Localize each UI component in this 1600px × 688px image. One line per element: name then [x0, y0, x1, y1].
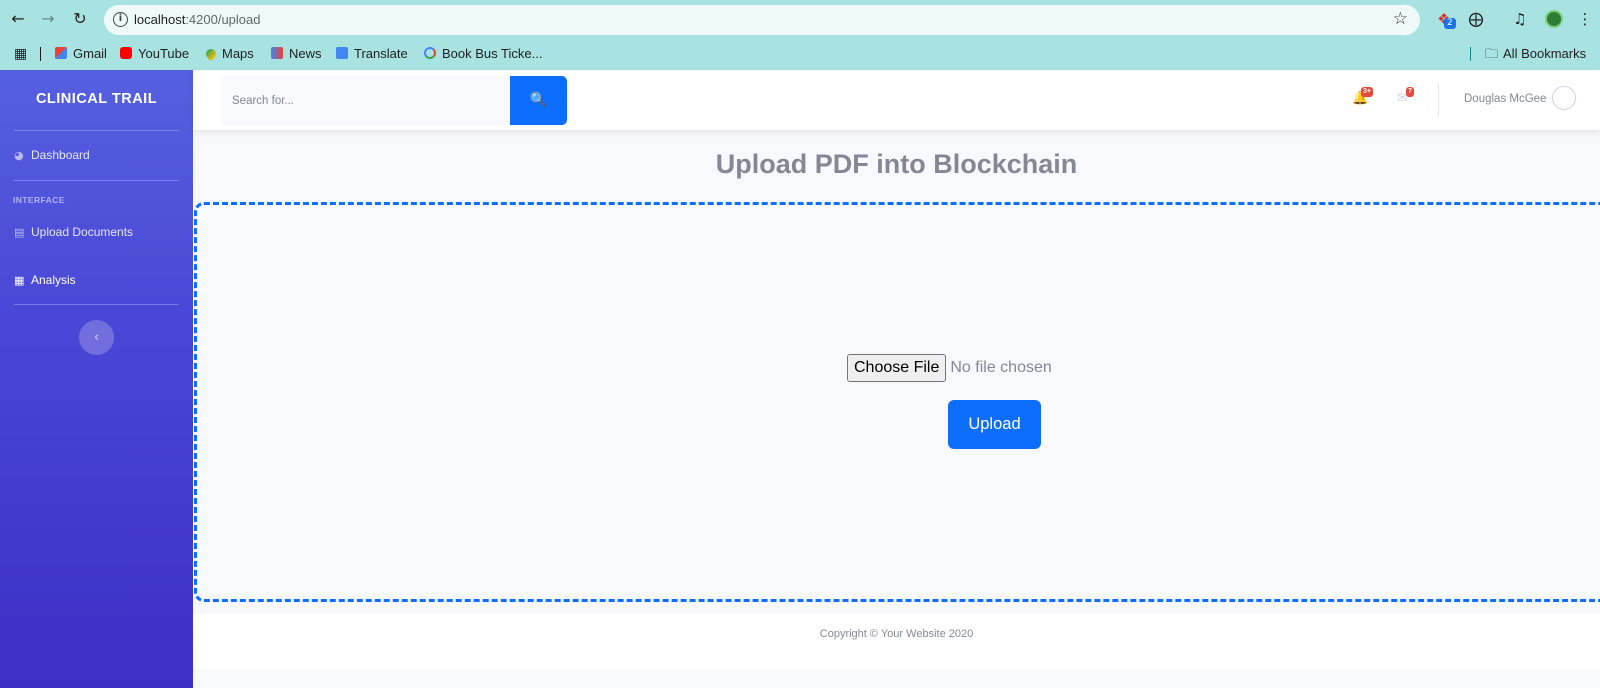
- news-icon: [271, 47, 283, 59]
- search-form: 🔍: [221, 76, 567, 125]
- site-info-icon[interactable]: i: [113, 12, 128, 27]
- gmail-icon: [55, 47, 67, 59]
- copyright-text: Copyright © Your Website 2020: [819, 628, 974, 640]
- brand-title[interactable]: CLINICAL TRAIL: [0, 91, 193, 107]
- browser-chrome: ← → ↻ i localhost:4200/upload ☆ ❖2 ⨁ ♫ ⋮…: [0, 0, 1600, 70]
- profile-avatar-icon[interactable]: [1545, 10, 1563, 28]
- sidebar-item-dashboard[interactable]: ◕ Dashboard: [14, 145, 90, 165]
- sidebar-heading: INTERFACE: [13, 195, 65, 205]
- bookmark-youtube[interactable]: YouTube: [120, 43, 189, 65]
- file-status: No file chosen: [950, 359, 1052, 376]
- sidebar-divider: [14, 180, 179, 181]
- bookmark-gmail[interactable]: Gmail: [55, 43, 107, 65]
- all-bookmarks-button[interactable]: 🗀 All Bookmarks: [1485, 43, 1586, 65]
- choose-file-button[interactable]: Choose File: [847, 354, 947, 382]
- bookmarks-bar: ▦ Gmail YouTube Maps News Translate Book…: [0, 40, 1600, 68]
- messages-button[interactable]: ✉ 7: [1397, 87, 1414, 106]
- sidebar-item-analysis[interactable]: ▦ Analysis: [14, 270, 76, 290]
- upload-dropzone[interactable]: [194, 202, 1600, 602]
- forward-icon[interactable]: →: [38, 9, 58, 29]
- bookmarks-separator-right: [1470, 47, 1471, 61]
- messages-badge: 7: [1406, 87, 1414, 97]
- browser-menu-icon[interactable]: ⋮: [1575, 9, 1595, 29]
- google-icon: [424, 47, 436, 59]
- search-button[interactable]: 🔍: [510, 76, 567, 125]
- translate-icon: [336, 47, 348, 59]
- youtube-icon: [120, 47, 132, 59]
- media-control-icon[interactable]: ♫: [1510, 9, 1530, 29]
- bookmark-news[interactable]: News: [271, 43, 322, 65]
- bookmark-book-bus[interactable]: Book Bus Ticke...: [424, 43, 542, 65]
- bookmarks-separator: [40, 47, 41, 61]
- extensions-puzzle-icon[interactable]: ⨁: [1466, 9, 1486, 29]
- extension-icon[interactable]: ❖2: [1434, 9, 1456, 29]
- address-url[interactable]: localhost:4200/upload: [134, 12, 261, 27]
- topbar: 🔍 🔔 3+ ✉ 7 Douglas McGee: [193, 70, 1600, 130]
- back-icon[interactable]: ←: [8, 9, 28, 29]
- user-name[interactable]: Douglas McGee: [1464, 93, 1546, 105]
- footer: Copyright © Your Website 2020: [193, 614, 1600, 669]
- address-bar[interactable]: i localhost:4200/upload ☆: [104, 5, 1420, 35]
- sidebar-divider: [14, 304, 179, 305]
- chart-area-icon: ▤: [14, 226, 25, 239]
- tachometer-icon: ◕: [14, 149, 24, 162]
- sidebar-divider: [14, 130, 179, 131]
- search-icon: 🔍: [529, 92, 548, 108]
- browser-toolbar: ← → ↻ i localhost:4200/upload ☆ ❖2 ⨁ ♫ ⋮: [0, 0, 1600, 38]
- upload-button[interactable]: Upload: [948, 400, 1041, 449]
- maps-icon: [203, 46, 219, 62]
- apps-grid-icon[interactable]: ▦: [14, 43, 27, 65]
- bookmark-maps[interactable]: Maps: [203, 43, 254, 65]
- search-input[interactable]: [221, 76, 510, 125]
- chevron-left-icon: ‹: [93, 330, 100, 345]
- table-icon: ▦: [14, 274, 25, 287]
- bookmark-translate[interactable]: Translate: [336, 43, 408, 65]
- user-avatar[interactable]: [1552, 86, 1576, 110]
- sidebar-item-upload-documents[interactable]: ▤ Upload Documents: [14, 222, 133, 242]
- bookmark-star-icon[interactable]: ☆: [1393, 9, 1408, 29]
- topbar-divider: [1438, 83, 1439, 117]
- alerts-badge: 3+: [1361, 87, 1373, 97]
- page-title: Upload PDF into Blockchain: [715, 149, 1078, 179]
- reload-icon[interactable]: ↻: [70, 9, 90, 29]
- sidebar: CLINICAL TRAIL ◕ Dashboard INTERFACE ▤ Upl…: [0, 70, 193, 688]
- sidebar-toggle-button[interactable]: ‹: [79, 320, 114, 355]
- alerts-button[interactable]: 🔔 3+: [1352, 87, 1373, 106]
- file-input[interactable]: Choose File No file chosen: [847, 354, 1052, 383]
- folder-icon: 🗀: [1485, 47, 1499, 62]
